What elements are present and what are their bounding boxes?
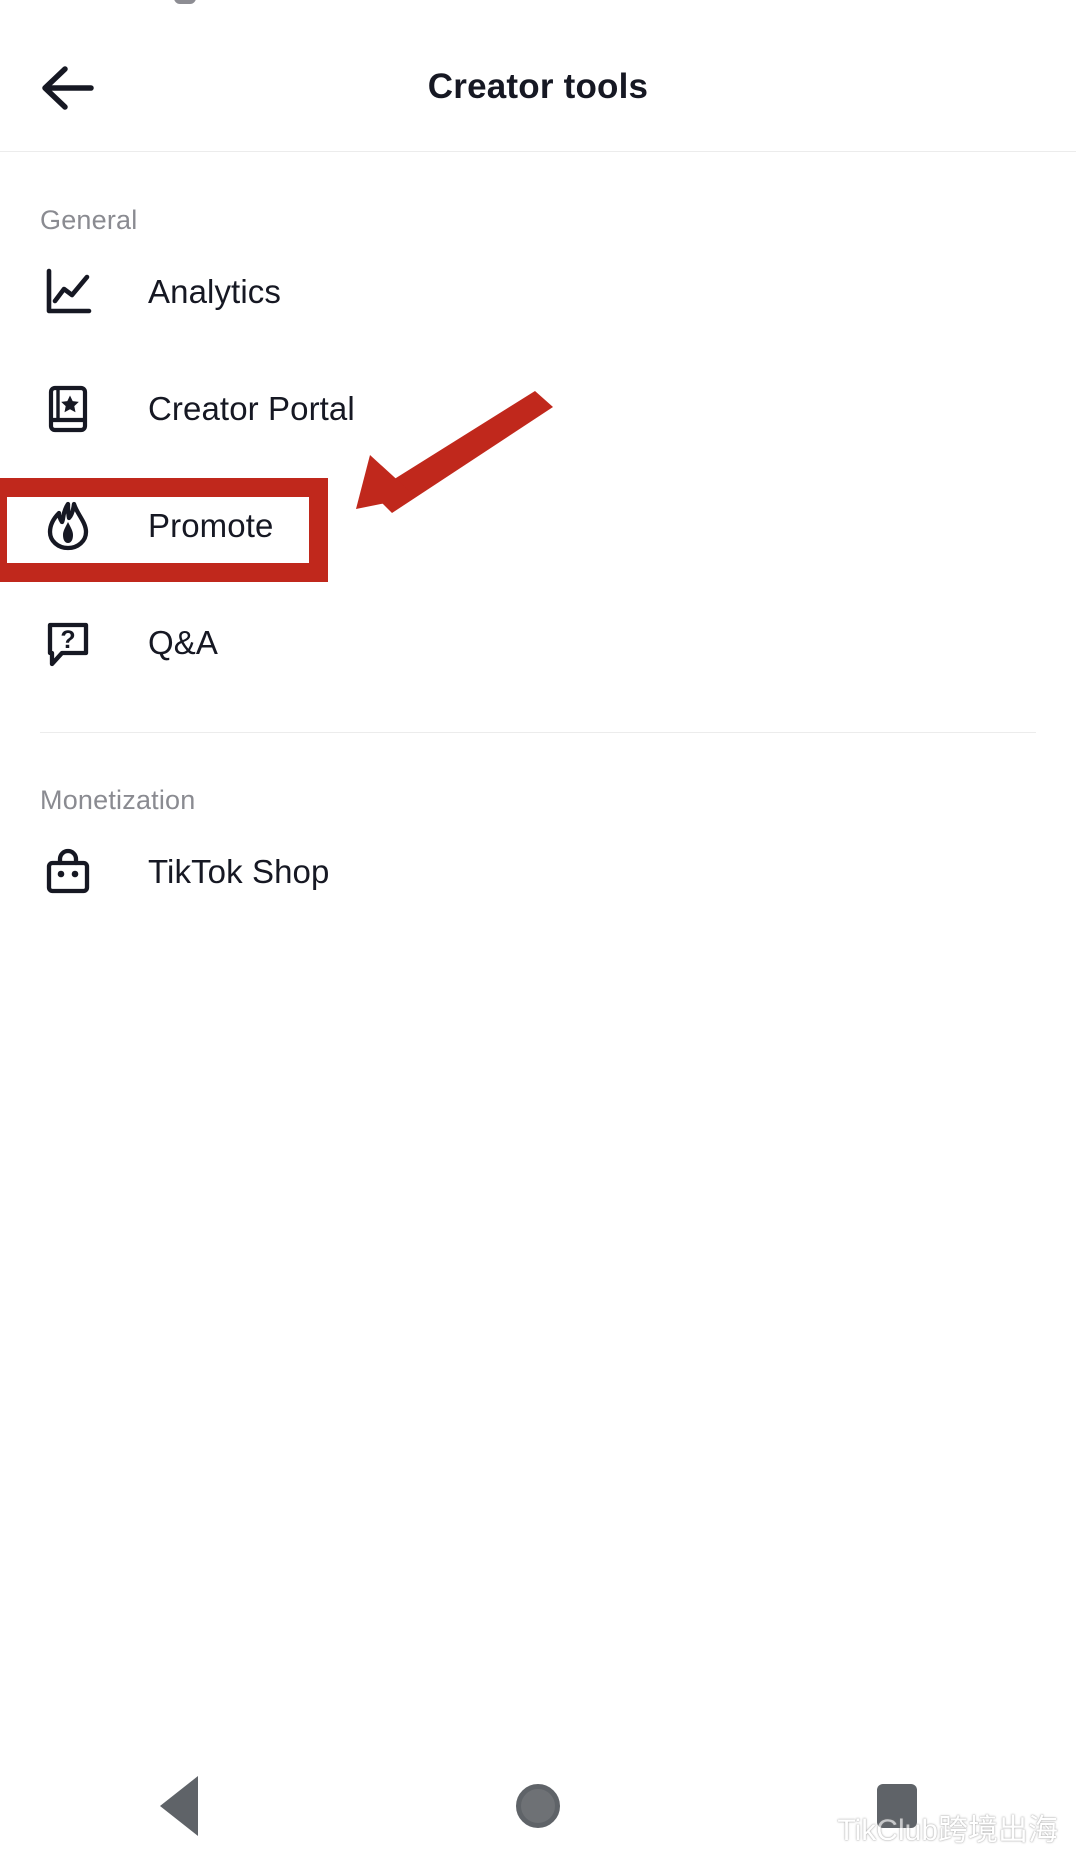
list-item-label: Analytics xyxy=(148,272,281,310)
status-bar xyxy=(0,0,1076,22)
android-navigation-bar xyxy=(0,1740,1076,1871)
shopping-bag-icon xyxy=(40,844,96,900)
status-bar-notch xyxy=(174,0,196,4)
page-title: Creator tools xyxy=(427,67,649,106)
creator-tools-list: General Analytics Creator Portal Promote… xyxy=(0,153,1076,930)
nav-home-button[interactable] xyxy=(478,1756,598,1856)
list-item-tiktok-shop[interactable]: TikTok Shop xyxy=(0,813,1076,930)
speech-bubble-question-icon: ? xyxy=(40,615,96,671)
square-recents-icon xyxy=(876,1783,917,1828)
nav-recents-button[interactable] xyxy=(837,1756,957,1856)
phone-screen: Creator tools General Analytics Creator … xyxy=(0,0,1076,1871)
list-item-label: Promote xyxy=(148,506,274,544)
list-item-qa[interactable]: ? Q&A xyxy=(0,584,1076,701)
page-header: Creator tools xyxy=(0,22,1076,152)
triangle-back-icon xyxy=(160,1775,199,1836)
section-header-monetization: Monetization xyxy=(40,785,196,815)
svg-text:?: ? xyxy=(60,626,75,654)
section-header-general: General xyxy=(40,205,138,235)
flame-icon xyxy=(40,498,96,554)
list-item-label: Q&A xyxy=(148,623,218,661)
line-chart-icon xyxy=(40,264,96,320)
nav-back-button[interactable] xyxy=(119,1756,239,1856)
list-item-promote[interactable]: Promote xyxy=(0,467,1076,584)
book-star-icon xyxy=(40,381,96,437)
list-item-label: TikTok Shop xyxy=(148,852,330,890)
list-item-label: Creator Portal xyxy=(148,389,355,427)
list-item-analytics[interactable]: Analytics xyxy=(0,233,1076,350)
list-item-creator-portal[interactable]: Creator Portal xyxy=(0,350,1076,467)
circle-home-icon xyxy=(515,1783,560,1828)
